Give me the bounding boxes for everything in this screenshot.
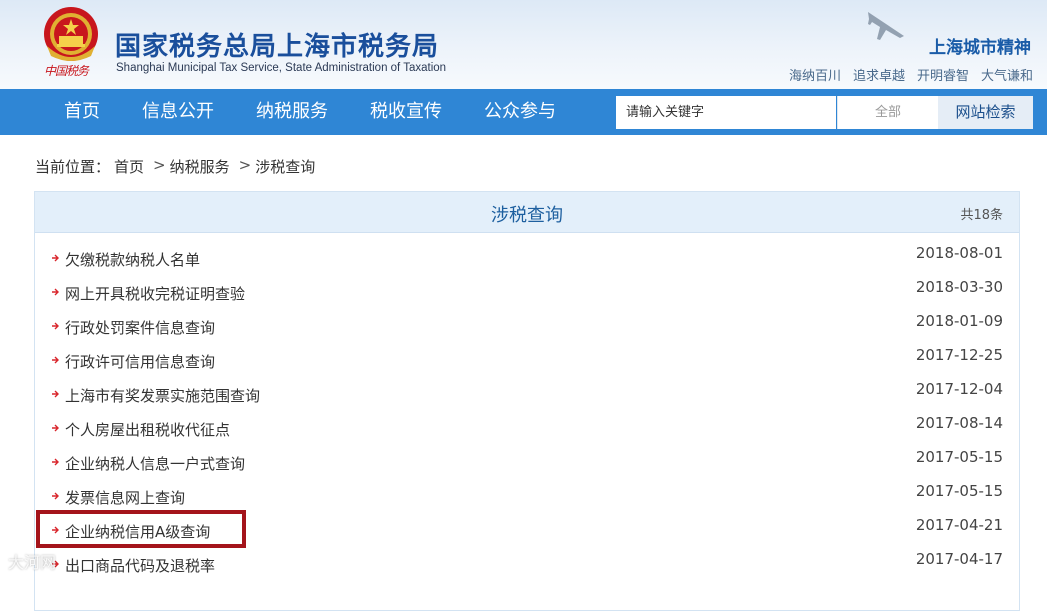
site-search-button[interactable]: 网站检索 xyxy=(938,96,1033,129)
red-arrow-icon xyxy=(52,356,59,364)
list-item-date: 2017-08-14 xyxy=(915,414,1003,432)
list-item-link[interactable]: 行政许可信用信息查询 xyxy=(65,351,215,372)
list-item-link[interactable]: 上海市有奖发票实施范围查询 xyxy=(65,385,260,406)
red-arrow-icon xyxy=(52,526,59,534)
list-item: 企业纳税人信息一户式查询 2017-05-15 xyxy=(35,446,1019,480)
motto-item: 海纳百川 xyxy=(788,69,841,84)
list-item: 网上开具税收完税证明查验 2018-03-30 xyxy=(35,276,1019,310)
list-item: 个人房屋出租税收代征点 2017-08-14 xyxy=(35,412,1019,446)
national-emblem-icon xyxy=(44,7,98,61)
red-arrow-icon xyxy=(52,390,59,398)
red-arrow-icon xyxy=(52,458,59,466)
nav-item-info-disclosure[interactable]: 信息公开 xyxy=(121,89,235,135)
nav-item-tax-publicity[interactable]: 税收宣传 xyxy=(349,89,463,135)
motto-item: 追求卓越 xyxy=(852,69,905,84)
breadcrumb-prefix: 当前位置： xyxy=(35,158,111,176)
list-item-date: 2017-12-04 xyxy=(915,380,1003,398)
red-arrow-icon xyxy=(52,424,59,432)
list-item-link[interactable]: 企业纳税信用A级查询 xyxy=(65,521,210,542)
breadcrumb-tax-service[interactable]: 纳税服务 xyxy=(170,156,230,177)
list-item-link[interactable]: 网上开具税收完税证明查验 xyxy=(65,283,245,304)
breadcrumb: 当前位置： 首页 > 纳税服务 > 涉税查询 xyxy=(35,156,319,177)
motto-item: 大气谦和 xyxy=(980,69,1033,84)
panel-header: 涉税查询 共18条 xyxy=(35,192,1019,233)
breadcrumb-tax-query[interactable]: 涉税查询 xyxy=(255,156,315,177)
list-item-date: 2018-01-09 xyxy=(915,312,1003,330)
site-title[interactable]: 国家税务总局上海市税务局 xyxy=(115,26,439,63)
list-item-date: 2017-04-17 xyxy=(915,550,1003,568)
list-item: 发票信息网上查询 2017-05-15 xyxy=(35,480,1019,514)
red-arrow-icon xyxy=(52,288,59,296)
list-item-date: 2018-08-01 xyxy=(915,244,1003,262)
list-item-date: 2017-12-25 xyxy=(915,346,1003,364)
list-item-link[interactable]: 企业纳税人信息一户式查询 xyxy=(65,453,245,474)
airplane-icon xyxy=(868,12,904,40)
nav-menu: 首页 信息公开 纳税服务 税收宣传 公众参与 xyxy=(42,89,577,135)
list-item-date: 2018-03-30 xyxy=(915,278,1003,296)
item-count: 共18条 xyxy=(960,208,1003,223)
motto-item: 开明睿智 xyxy=(916,69,969,84)
panel-title: 涉税查询 xyxy=(491,205,563,226)
logo-script-text: 中国税务 xyxy=(44,64,89,78)
breadcrumb-separator: > xyxy=(238,156,252,174)
city-mottos: 海纳百川 追求卓越 开明睿智 大气谦和 xyxy=(789,65,1033,84)
list-item-date: 2017-05-15 xyxy=(915,448,1003,466)
list-item: 企业纳税信用A级查询 2017-04-21 xyxy=(35,514,1019,548)
list-item: 行政许可信用信息查询 2017-12-25 xyxy=(35,344,1019,378)
red-arrow-icon xyxy=(52,322,59,330)
city-spirit-title: 上海城市精神 xyxy=(929,38,1031,58)
list-item: 出口商品代码及退税率 2017-04-17 xyxy=(35,548,1019,582)
list-item: 行政处罚案件信息查询 2018-01-09 xyxy=(35,310,1019,344)
search-input[interactable] xyxy=(616,96,836,129)
list-item-link[interactable]: 个人房屋出租税收代征点 xyxy=(65,419,230,440)
red-arrow-icon xyxy=(52,492,59,500)
list-item: 上海市有奖发票实施范围查询 2017-12-04 xyxy=(35,378,1019,412)
list-item-link[interactable]: 行政处罚案件信息查询 xyxy=(65,317,215,338)
list-item-link[interactable]: 欠缴税款纳税人名单 xyxy=(65,249,200,270)
list-item: 欠缴税款纳税人名单 2018-08-01 xyxy=(35,242,1019,276)
query-list: 欠缴税款纳税人名单 2018-08-01 网上开具税收完税证明查验 2018-0… xyxy=(35,242,1019,582)
breadcrumb-home[interactable]: 首页 xyxy=(114,156,144,177)
site-title-english: Shanghai Municipal Tax Service, State Ad… xyxy=(116,62,447,74)
search-scope-select[interactable]: 全部 xyxy=(837,96,938,129)
nav-item-home[interactable]: 首页 xyxy=(42,89,121,135)
breadcrumb-separator: > xyxy=(153,156,166,174)
red-arrow-icon xyxy=(52,254,59,262)
list-item-date: 2017-04-21 xyxy=(915,516,1003,534)
list-item-link[interactable]: 出口商品代码及退税率 xyxy=(65,555,215,576)
nav-item-tax-service[interactable]: 纳税服务 xyxy=(235,89,349,135)
list-item-date: 2017-05-15 xyxy=(915,482,1003,500)
watermark: 大河网 xyxy=(8,553,57,572)
nav-item-public-participation[interactable]: 公众参与 xyxy=(463,89,577,135)
list-item-link[interactable]: 发票信息网上查询 xyxy=(65,487,185,508)
tax-query-panel: 涉税查询 共18条 欠缴税款纳税人名单 2018-08-01 网上开具税收完税证… xyxy=(34,191,1020,611)
site-header: 中国税务 国家税务总局上海市税务局 Shanghai Municipal Tax… xyxy=(0,0,1047,89)
